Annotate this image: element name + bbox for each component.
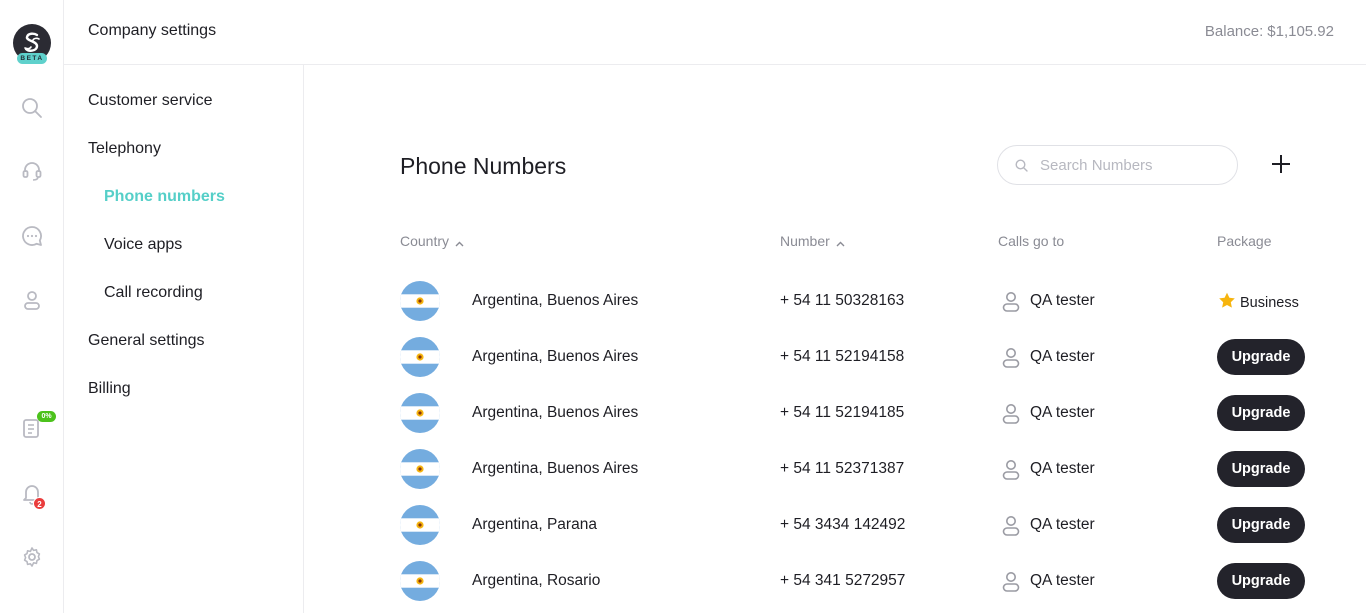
- column-header-calls-go-to: Calls go to: [998, 233, 1065, 249]
- column-header-number[interactable]: Number: [780, 233, 845, 250]
- sort-ascending-icon: [836, 234, 845, 250]
- balance-label: Balance:: [1204, 23, 1264, 40]
- add-number-button[interactable]: [1270, 153, 1292, 175]
- chat-icon[interactable]: [20, 224, 44, 248]
- number-cell: + 54 11 52371387: [780, 460, 905, 477]
- calls-go-to-cell[interactable]: QA tester: [1030, 572, 1095, 590]
- account-balance: Balance: $1,105.92: [1205, 23, 1334, 40]
- user-icon: [1002, 571, 1020, 598]
- upgrade-button[interactable]: Upgrade: [1217, 451, 1305, 487]
- search-input[interactable]: [1040, 155, 1220, 175]
- country-cell: Argentina, Rosario: [472, 572, 601, 589]
- argentina-flag-icon: [400, 561, 440, 601]
- table-row[interactable]: Argentina, Buenos Aires + 54 11 52371387…: [400, 449, 1330, 505]
- gear-icon[interactable]: [20, 545, 44, 569]
- calls-go-to-cell[interactable]: QA tester: [1030, 292, 1095, 310]
- column-header-number-label: Number: [780, 233, 830, 249]
- nav-billing[interactable]: Billing: [88, 380, 131, 398]
- upgrade-button[interactable]: Upgrade: [1217, 563, 1305, 599]
- sort-ascending-icon: [455, 234, 464, 250]
- argentina-flag-icon: [400, 281, 440, 321]
- main-content: Phone Numbers Country Number Calls go to…: [304, 65, 1366, 613]
- calls-go-to-cell[interactable]: QA tester: [1030, 348, 1095, 366]
- headset-icon[interactable]: [20, 159, 44, 183]
- country-cell: Argentina, Parana: [472, 516, 597, 533]
- nav-telephony[interactable]: Telephony: [88, 140, 161, 158]
- notifications-badge: 2: [33, 497, 46, 510]
- nav-call-recording[interactable]: Call recording: [104, 284, 203, 302]
- argentina-flag-icon: [400, 449, 440, 489]
- number-cell: + 54 3434 142492: [780, 516, 906, 533]
- country-cell: Argentina, Buenos Aires: [472, 460, 639, 477]
- argentina-flag-icon: [400, 337, 440, 377]
- argentina-flag-icon: [400, 505, 440, 545]
- user-icon: [1002, 347, 1020, 374]
- argentina-flag-icon: [400, 393, 440, 433]
- calls-go-to-cell[interactable]: QA tester: [1030, 460, 1095, 478]
- number-cell: + 54 11 52194158: [780, 348, 905, 365]
- upgrade-button[interactable]: Upgrade: [1217, 507, 1305, 543]
- country-cell: Argentina, Buenos Aires: [472, 292, 639, 309]
- upgrade-button[interactable]: Upgrade: [1217, 395, 1305, 431]
- upgrade-button[interactable]: Upgrade: [1217, 339, 1305, 375]
- balance-value: $1,105.92: [1267, 23, 1334, 40]
- user-icon[interactable]: [20, 288, 44, 312]
- user-icon: [1002, 403, 1020, 430]
- nav-customer-service[interactable]: Customer service: [88, 92, 212, 110]
- package-business-label: Business: [1218, 292, 1299, 313]
- beta-badge: BETA: [17, 53, 47, 64]
- table-row[interactable]: Argentina, Rosario + 54 341 5272957 QA t…: [400, 561, 1330, 613]
- user-icon: [1002, 459, 1020, 486]
- nav-phone-numbers[interactable]: Phone numbers: [104, 188, 225, 206]
- calls-go-to-cell[interactable]: QA tester: [1030, 516, 1095, 534]
- number-cell: + 54 341 5272957: [780, 572, 906, 589]
- table-row[interactable]: Argentina, Buenos Aires + 54 11 50328163…: [400, 281, 1330, 337]
- user-icon: [1002, 515, 1020, 542]
- search-box[interactable]: [997, 145, 1238, 185]
- page-header-title: Company settings: [88, 22, 217, 39]
- user-icon: [1002, 291, 1020, 318]
- table-row[interactable]: Argentina, Buenos Aires + 54 11 52194185…: [400, 393, 1330, 449]
- country-cell: Argentina, Buenos Aires: [472, 404, 639, 421]
- search-icon: [1015, 159, 1028, 177]
- search-icon[interactable]: [20, 96, 44, 120]
- country-cell: Argentina, Buenos Aires: [472, 348, 639, 365]
- column-header-country[interactable]: Country: [400, 233, 464, 250]
- table-row[interactable]: Argentina, Parana + 54 3434 142492 QA te…: [400, 505, 1330, 561]
- checklist-progress-badge: 0%: [37, 411, 56, 422]
- column-header-country-label: Country: [400, 233, 450, 249]
- number-cell: + 54 11 52194185: [780, 404, 905, 421]
- nav-voice-apps[interactable]: Voice apps: [104, 236, 182, 254]
- top-header: Company settings Balance: $1,105.92: [64, 0, 1366, 65]
- page-title: Phone Numbers: [400, 153, 567, 179]
- number-cell: + 54 11 50328163: [780, 292, 905, 309]
- nav-general-settings[interactable]: General settings: [88, 332, 205, 350]
- settings-nav: Customer service Telephony Phone numbers…: [64, 65, 304, 613]
- column-header-package: Package: [1217, 233, 1272, 249]
- calls-go-to-cell[interactable]: QA tester: [1030, 404, 1095, 422]
- left-rail: BETA 0% 2: [0, 0, 64, 613]
- plus-icon: [1272, 155, 1290, 173]
- star-icon: [1218, 292, 1236, 313]
- table-row[interactable]: Argentina, Buenos Aires + 54 11 52194158…: [400, 337, 1330, 393]
